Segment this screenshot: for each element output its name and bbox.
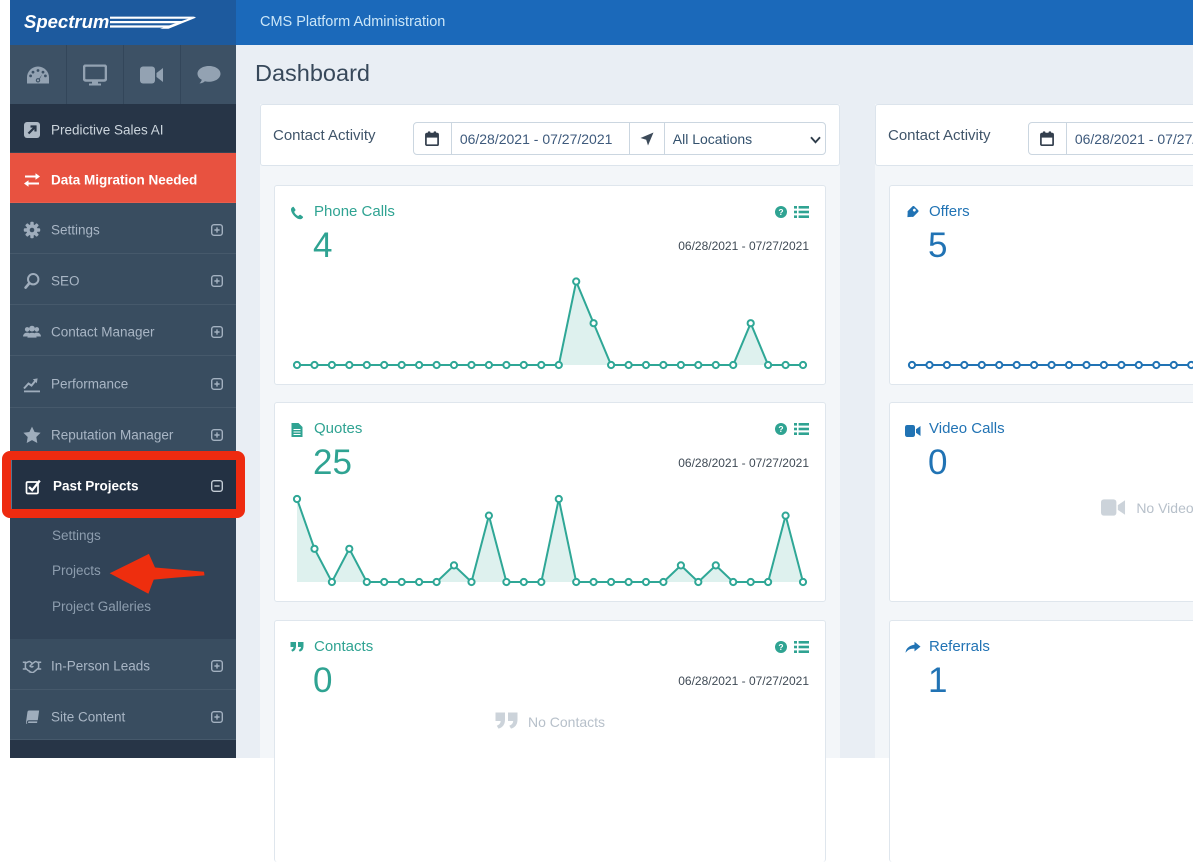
svg-text:Spectrum: Spectrum [24,11,109,32]
svg-text:?: ? [778,642,783,652]
